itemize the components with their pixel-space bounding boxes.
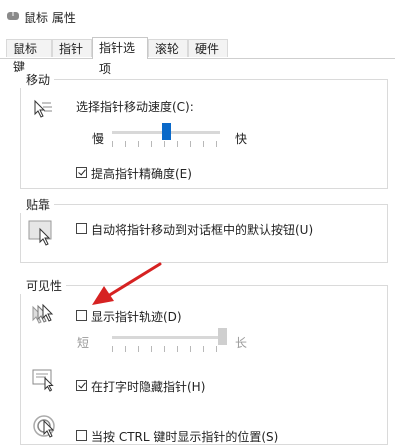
visibility-group: 可见性 [20,277,388,445]
trails-slider-track[interactable] [112,336,222,339]
precision-checkbox[interactable] [76,167,87,178]
precision-label: 提高指针精确度(E) [91,167,192,181]
ctrl-locate-icon [33,415,55,438]
fast-label: 快 [235,132,248,146]
group-title: 可见性 [20,277,67,294]
tab-wheel[interactable]: 滚轮 [148,39,188,57]
pointer-trails-icon [32,303,54,324]
hide-typing-label: 在打字时隐藏指针(H) [91,380,206,394]
window-title: 鼠标 属性 [24,11,76,25]
snap-checkbox[interactable] [76,223,87,234]
tab-pointers[interactable]: 指针 [52,39,92,57]
hide-pointer-icon [32,369,54,392]
trails-slider-ticks [112,346,222,352]
trails-label: 显示指针轨迹(D) [91,310,182,324]
tab-label: 指针 [59,42,84,56]
group-title: 移动 [20,71,55,88]
slow-label: 慢 [92,132,105,146]
tab-hardware[interactable]: 硬件 [188,39,228,57]
tab-buttons[interactable]: 鼠标键 [6,39,52,74]
ctrl-locate-checkbox[interactable] [76,430,87,441]
snap-to-icon [28,220,52,246]
hide-typing-checkbox[interactable] [76,380,87,391]
ctrl-locate-label: 当按 CTRL 键时显示指针的位置(S) [91,430,279,444]
short-label: 短 [77,336,90,350]
speed-slider-thumb[interactable] [162,123,171,140]
mouse-icon [7,12,19,20]
pointer-speed-icon [34,99,52,118]
speed-slider-ticks [112,141,220,147]
tab-pointer-options[interactable]: 指针选项 [92,37,148,76]
snap-label: 自动将指针移动到对话框中的默认按钮(U) [91,223,314,237]
tab-divider [0,58,395,59]
title-bar: 鼠标 属性 [0,0,395,34]
trails-slider-thumb[interactable] [218,328,227,345]
long-label: 长 [235,336,248,350]
tab-strip: 鼠标键 指针 指针选项 滚轮 硬件 [0,37,395,76]
tab-label: 硬件 [195,42,220,56]
group-title: 贴靠 [20,196,55,213]
trails-checkbox[interactable] [76,310,87,321]
tab-label: 指针选项 [99,41,136,76]
speed-label: 选择指针移动速度(C): [76,100,194,114]
tab-label: 滚轮 [155,42,180,56]
